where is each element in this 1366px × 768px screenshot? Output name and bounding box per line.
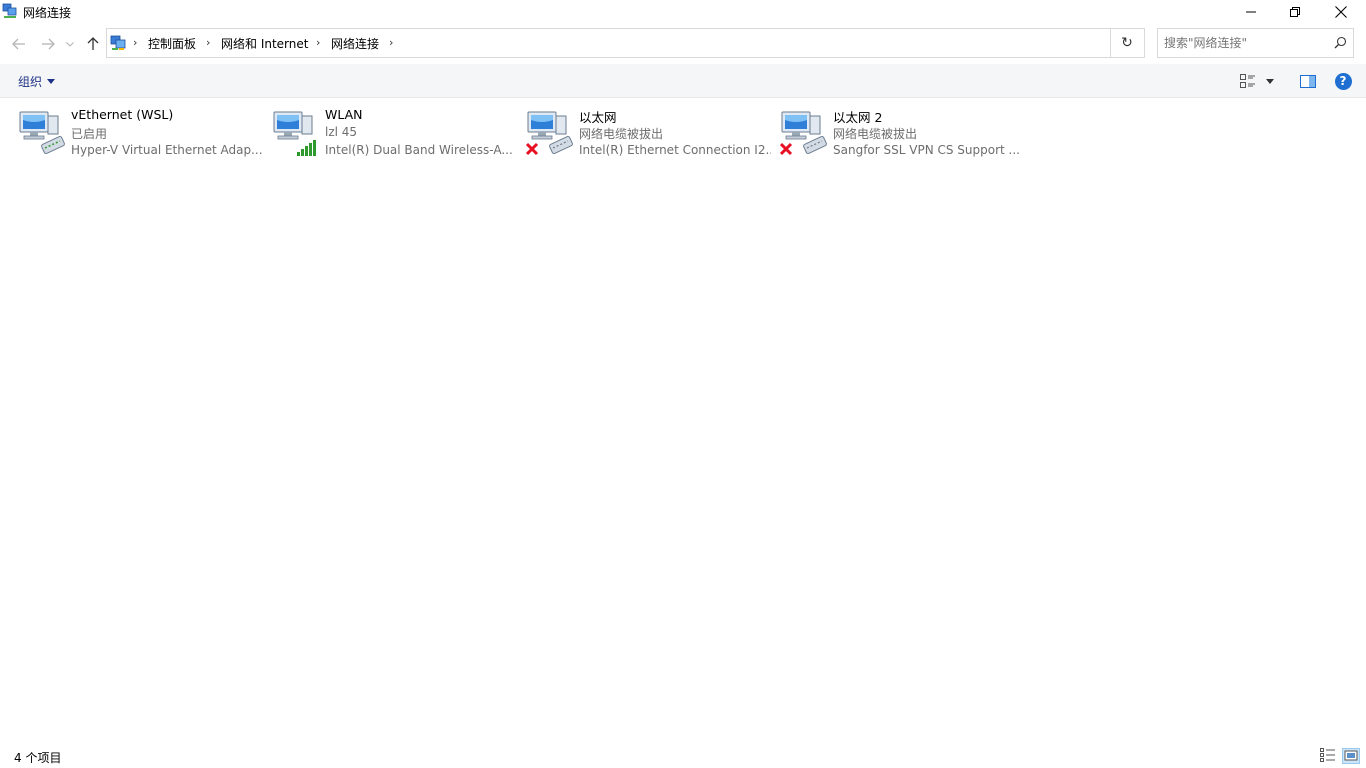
arrow-right-icon xyxy=(42,38,55,50)
connection-device: Intel(R) Ethernet Connection I2... xyxy=(579,143,771,157)
connection-device: Intel(R) Dual Band Wireless-A... xyxy=(325,143,513,157)
forward-button[interactable] xyxy=(37,32,59,56)
close-button[interactable] xyxy=(1318,0,1364,24)
connection-tile[interactable]: 以太网 2 网络电缆被拔出 Sangfor SSL VPN CS Support… xyxy=(780,106,1030,164)
restore-button[interactable] xyxy=(1272,0,1318,24)
item-count: 4 个项目 xyxy=(14,751,62,765)
title-bar: 网络连接 xyxy=(0,0,1366,24)
change-view-button[interactable] xyxy=(1240,70,1282,92)
address-bar[interactable]: › 控制面板 › 网络和 Internet › 网络连接 › xyxy=(106,28,1204,58)
connection-status: 已启用 xyxy=(71,127,108,141)
organize-button[interactable]: 组织 xyxy=(10,70,63,92)
network-adapter-icon xyxy=(19,111,65,155)
caret-down-icon xyxy=(47,78,56,84)
ethernet-adapter-icon xyxy=(526,111,573,156)
breadcrumb-separator[interactable]: › xyxy=(206,36,210,49)
large-icons-view-icon xyxy=(1344,750,1358,761)
connection-tile[interactable]: WLAN lzl 45 Intel(R) Dual Band Wireless-… xyxy=(272,106,522,164)
breadcrumb-item-network-internet[interactable]: 网络和 Internet xyxy=(221,35,308,52)
connection-name: WLAN xyxy=(325,107,363,122)
connection-status: 网络电缆被拔出 xyxy=(833,127,918,141)
breadcrumb-item-network-connections[interactable]: 网络连接 xyxy=(331,35,379,52)
preview-pane-button[interactable] xyxy=(1297,70,1319,92)
help-icon: ? xyxy=(1334,72,1352,90)
signal-bars-icon xyxy=(297,140,316,156)
restore-icon xyxy=(1290,7,1300,17)
arrow-up-icon xyxy=(87,37,99,50)
refresh-button[interactable]: ↻ xyxy=(1110,28,1145,58)
disconnected-x-icon xyxy=(526,142,539,156)
status-bar: 4 个项目 xyxy=(0,744,1366,768)
connection-tile[interactable]: vEthernet (WSL) 已启用 Hyper-V Virtual Ethe… xyxy=(18,106,268,164)
breadcrumb-separator[interactable]: › xyxy=(389,36,393,49)
back-button[interactable] xyxy=(8,32,30,56)
connection-device: Hyper-V Virtual Ethernet Adap... xyxy=(71,143,263,157)
close-icon xyxy=(1335,6,1347,18)
up-button[interactable] xyxy=(82,32,104,56)
chevron-down-icon xyxy=(66,41,74,47)
arrow-left-icon xyxy=(12,38,25,50)
large-icons-view-button[interactable] xyxy=(1342,748,1360,764)
address-row: › 控制面板 › 网络和 Internet › 网络连接 › ↻ xyxy=(0,28,1366,60)
breadcrumb-separator[interactable]: › xyxy=(316,36,320,49)
control-panel-icon xyxy=(110,35,126,50)
connection-name: 以太网 xyxy=(579,110,617,125)
breadcrumb-separator: › xyxy=(133,36,138,49)
connection-device: Sangfor SSL VPN CS Support ... xyxy=(833,143,1020,157)
help-button[interactable]: ? xyxy=(1333,70,1353,92)
connection-name: 以太网 2 xyxy=(833,110,883,125)
caret-down-icon xyxy=(1266,78,1274,84)
connection-status: 网络电缆被拔出 xyxy=(579,127,664,141)
breadcrumb-item-control-panel[interactable]: 控制面板 xyxy=(148,35,196,52)
search-icon xyxy=(1334,36,1347,49)
refresh-icon: ↻ xyxy=(1121,35,1133,51)
search-input[interactable] xyxy=(1164,34,1324,52)
connection-name: vEthernet (WSL) xyxy=(71,107,174,122)
preview-pane-icon xyxy=(1300,74,1316,88)
recent-locations-button[interactable] xyxy=(62,32,78,56)
command-bar: 组织 ? xyxy=(0,64,1366,98)
details-view-icon xyxy=(1320,748,1335,762)
window-title: 网络连接 xyxy=(23,6,72,20)
organize-label: 组织 xyxy=(18,74,43,89)
minimize-icon xyxy=(1246,11,1256,13)
connection-tile[interactable]: 以太网 网络电缆被拔出 Intel(R) Ethernet Connection… xyxy=(526,106,776,164)
details-view-button[interactable] xyxy=(1320,748,1338,764)
connections-view: vEthernet (WSL) 已启用 Hyper-V Virtual Ethe… xyxy=(0,98,1366,738)
search-box[interactable] xyxy=(1157,28,1354,58)
disconnected-x-icon xyxy=(780,142,793,156)
minimize-button[interactable] xyxy=(1228,0,1274,24)
connection-status: lzl 45 xyxy=(325,125,358,139)
network-connections-icon xyxy=(2,3,17,18)
wireless-adapter-icon xyxy=(273,111,316,156)
explorer-window: 网络连接 › 控制面板 › 网络和 Internet › 网络连接 › ↻ 搜索… xyxy=(0,0,1366,768)
ethernet-adapter-icon xyxy=(780,111,827,156)
view-tiles-icon xyxy=(1240,74,1255,88)
